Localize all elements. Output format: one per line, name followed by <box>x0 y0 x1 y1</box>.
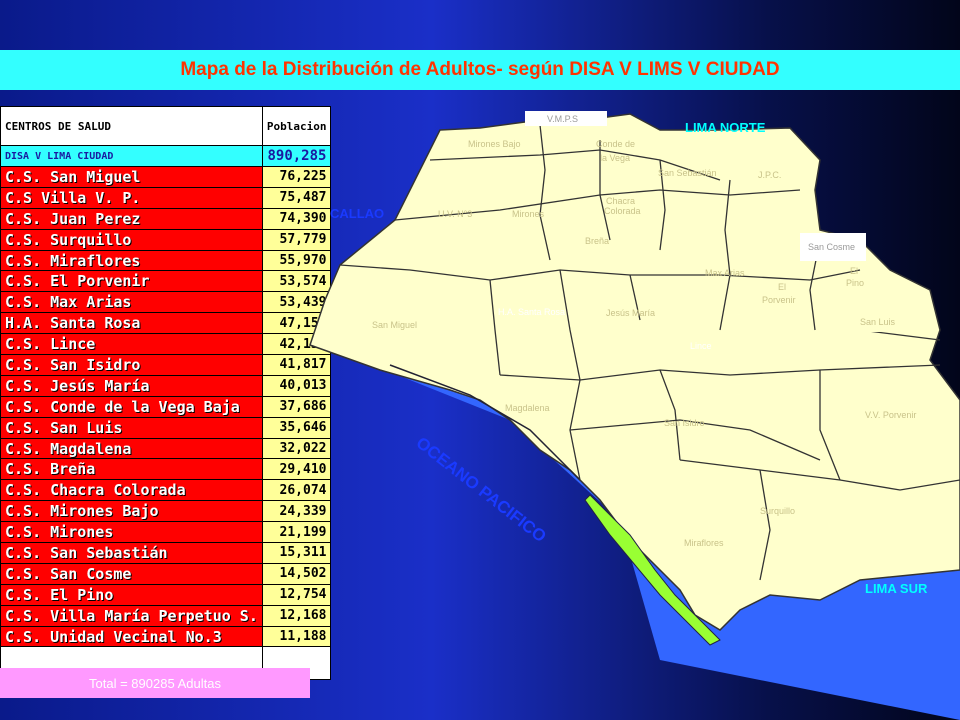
table-row: C.S. Unidad Vecinal No.3 11,188 <box>0 625 332 648</box>
district-map: LIMA NORTE CALLAO LIMA SUR OCEANO PACIFI… <box>309 111 960 720</box>
hsr-label: H.A. Santa Rosa <box>498 307 565 317</box>
table-row: C.S. Miraflores 55,970 <box>0 249 332 272</box>
page-title: Mapa de la Distribución de Adultos- segú… <box>180 59 780 80</box>
center-name: C.S. Mirones <box>0 521 263 544</box>
miraflores-label: Miraflores <box>684 538 724 548</box>
center-name: H.A. Santa Rosa <box>0 312 263 335</box>
health-centers-table: CENTROS DE SALUD Poblacion DISA V LIMA C… <box>0 106 332 681</box>
center-name: C.S. Breña <box>0 458 263 481</box>
callao-label: CALLAO <box>330 206 384 221</box>
surquillo-label: Surquillo <box>760 506 795 516</box>
lima-sur-label: LIMA SUR <box>865 581 928 596</box>
center-name: C.S. San Luis <box>0 416 263 439</box>
mirones-bajo-label: Mirones Bajo <box>468 139 521 149</box>
disa-total-row: DISA V LIMA CIUDAD 890,285 <box>0 145 332 167</box>
table-row: C.S. Magdalena 32,022 <box>0 437 332 460</box>
total-label: Total = 890285 Adultas <box>0 668 310 698</box>
san-miguel-label: San Miguel <box>372 320 417 330</box>
header-centros: CENTROS DE SALUD <box>0 106 263 146</box>
center-name: C.S. Max Arias <box>0 291 263 314</box>
table-row: C.S. El Pino 12,754 <box>0 583 332 606</box>
center-name: C.S. El Pino <box>0 583 263 606</box>
center-name: C.S. Conde de la Vega Baja <box>0 395 263 418</box>
vmps-label: V.M.P.S <box>547 114 578 124</box>
table-row: C.S. San Luis 35,646 <box>0 416 332 439</box>
table-row: C.S. Chacra Colorada 26,074 <box>0 479 332 502</box>
center-name: C.S. Mirones Bajo <box>0 500 263 523</box>
table-row: C.S. Surquillo 57,779 <box>0 228 332 251</box>
el-porvenir-label-1: El <box>778 282 786 292</box>
table-row: C.S. Max Arias 53,439 <box>0 291 332 314</box>
la-vega-label: la Vega <box>600 153 630 163</box>
jpc-label: J.P.C. <box>758 170 781 180</box>
table-row: C.S. San Sebastián 15,311 <box>0 542 332 564</box>
el-porvenir-label-2: Porvenir <box>762 295 796 305</box>
el-pino-label-1: El <box>850 266 858 276</box>
center-name: C.S. Miraflores <box>0 249 263 272</box>
center-name: C.S. Villa María Perpetuo S. <box>0 604 263 627</box>
center-name: C.S. San Cosme <box>0 562 263 585</box>
table-body: C.S. San Miguel 76,225 C.S Villa V. P. 75,4… <box>0 166 332 648</box>
disa-label: DISA V LIMA CIUDAD <box>0 145 263 167</box>
table-row: C.S. Mirones 21,199 <box>0 521 332 544</box>
table-row: C.S. Breña 29,410 <box>0 458 332 481</box>
table-row: H.A. Santa Rosa 47,159 <box>0 312 332 335</box>
lince-label: Lince <box>690 341 712 351</box>
title-bar: Mapa de la Distribución de Adultos- segú… <box>0 50 960 90</box>
table-row: C.S. El Porvenir 53,574 <box>0 270 332 293</box>
table-row: C.S. San Miguel 76,225 <box>0 166 332 188</box>
san-isidro-label: San Isidro <box>664 418 705 428</box>
center-name: C.S. Unidad Vecinal No.3 <box>0 625 263 648</box>
colorada-label: Colorada <box>604 206 641 216</box>
table-row: C.S. San Isidro 41,817 <box>0 354 332 376</box>
center-name: C.S. San Miguel <box>0 166 263 188</box>
vv-porvenir-label: V.V. Porvenir <box>865 410 916 420</box>
max-arias-label: Max Arias <box>705 268 745 278</box>
center-name: C.S. San Sebastián <box>0 542 263 564</box>
center-name: C.S. San Isidro <box>0 354 263 376</box>
conde-de-label: Conde de <box>596 139 635 149</box>
center-name: C.S. Surquillo <box>0 228 263 251</box>
center-name: C.S. Lince <box>0 333 263 356</box>
table-row: C.S. Villa María Perpetuo S. 12,168 <box>0 604 332 627</box>
el-pino-label-2: Pino <box>846 278 864 288</box>
table-row: C.S. San Cosme 14,502 <box>0 562 332 585</box>
center-name: C.S. Magdalena <box>0 437 263 460</box>
table-row: C.S. Lince 42,133 <box>0 333 332 356</box>
center-name: C.S. El Porvenir <box>0 270 263 293</box>
table-row: C.S. Mirones Bajo 24,339 <box>0 500 332 523</box>
san-cosme-label: San Cosme <box>808 242 855 252</box>
uv3-label: U.V. N°3 <box>438 209 472 219</box>
chacra-label: Chacra <box>606 196 635 206</box>
center-name: C.S. Juan Perez <box>0 207 263 230</box>
brena-label: Breña <box>585 236 609 246</box>
san-luis-label: San Luis <box>860 317 896 327</box>
magdalena-label: Magdalena <box>505 403 550 413</box>
table-row: C.S. Juan Perez 74,390 <box>0 207 332 230</box>
table-row: C.S. Conde de la Vega Baja 37,686 <box>0 395 332 418</box>
mirones-label: Mirones <box>512 209 545 219</box>
table-row: C.S. Jesús María 40,013 <box>0 374 332 397</box>
table-header-row: CENTROS DE SALUD Poblacion <box>0 106 332 146</box>
center-name: C.S. Chacra Colorada <box>0 479 263 502</box>
jesus-maria-label: Jesús María <box>606 308 655 318</box>
center-name: C.S. Jesús María <box>0 374 263 397</box>
table-row: C.S Villa V. P. 75,487 <box>0 186 332 209</box>
center-name: C.S Villa V. P. <box>0 186 263 209</box>
ocean-label: OCEANO PACIFICO <box>413 433 550 546</box>
san-sebastian-label: San Sebastián <box>658 168 717 178</box>
lima-norte-label: LIMA NORTE <box>685 120 766 135</box>
